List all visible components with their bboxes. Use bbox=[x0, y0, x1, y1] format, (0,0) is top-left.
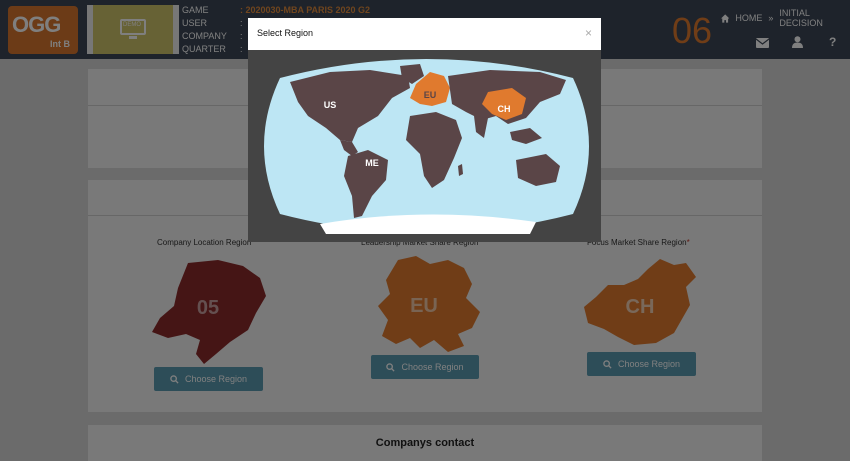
map-label-us: US bbox=[324, 100, 337, 110]
modal-header: Select Region × bbox=[248, 18, 601, 50]
select-region-modal: Select Region × US EU CH ME bbox=[248, 18, 601, 242]
world-map: US EU CH ME bbox=[264, 59, 589, 234]
map-label-ch: CH bbox=[498, 104, 511, 114]
map-label-eu: EU bbox=[424, 90, 437, 100]
modal-title: Select Region bbox=[257, 28, 314, 38]
close-icon[interactable]: × bbox=[585, 26, 592, 40]
map-label-me: ME bbox=[365, 158, 379, 168]
